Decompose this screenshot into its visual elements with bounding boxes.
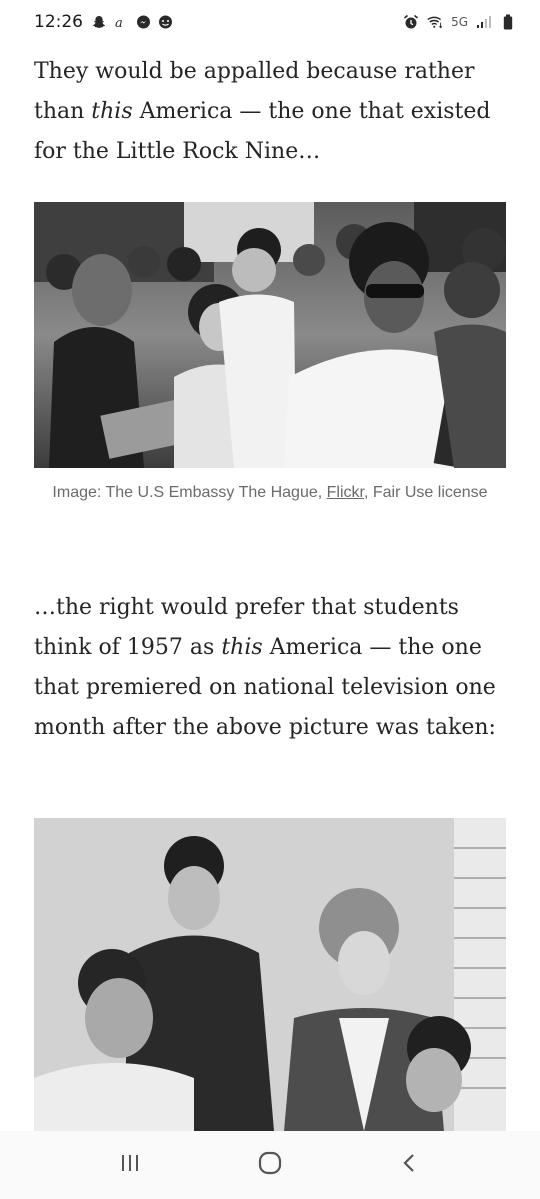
- back-icon: [399, 1152, 421, 1179]
- svg-text:a: a: [115, 16, 123, 29]
- battery-icon: [500, 14, 516, 30]
- paragraph-2-italic: this: [221, 635, 263, 660]
- wifi-icon: [427, 14, 443, 30]
- recents-icon: [119, 1152, 141, 1179]
- status-bar: 12:26 a 5G: [0, 0, 540, 44]
- caption-text-end: , Fair Use license: [363, 484, 488, 501]
- signal-icon: [476, 14, 492, 30]
- article-image-tv-family[interactable]: [34, 818, 506, 1131]
- paragraph-1-italic: this: [91, 99, 133, 124]
- home-icon: [257, 1150, 283, 1181]
- article-paragraph-1: They would be appalled because rather th…: [34, 52, 514, 172]
- status-time: 12:26: [34, 12, 83, 32]
- caption-text: Image: The U.S Embassy The Hague,: [52, 484, 327, 501]
- chat-icon: [157, 14, 173, 30]
- image-1-caption: Image: The U.S Embassy The Hague, Flickr…: [34, 478, 506, 507]
- network-type: 5G: [451, 15, 468, 29]
- article-image-little-rock-nine[interactable]: [34, 202, 506, 468]
- notification-icons: a: [91, 14, 173, 30]
- status-right: 5G: [403, 14, 516, 30]
- a-icon: a: [113, 14, 129, 30]
- flickr-link[interactable]: Flickr: [327, 484, 364, 501]
- android-nav-bar: [0, 1131, 540, 1199]
- home-button[interactable]: [250, 1145, 290, 1185]
- alarm-icon: [403, 14, 419, 30]
- recents-button[interactable]: [110, 1145, 150, 1185]
- messenger-icon: [135, 14, 151, 30]
- back-button[interactable]: [390, 1145, 430, 1185]
- article-paragraph-2: …the right would prefer that students th…: [34, 588, 514, 748]
- snapchat-icon: [91, 14, 107, 30]
